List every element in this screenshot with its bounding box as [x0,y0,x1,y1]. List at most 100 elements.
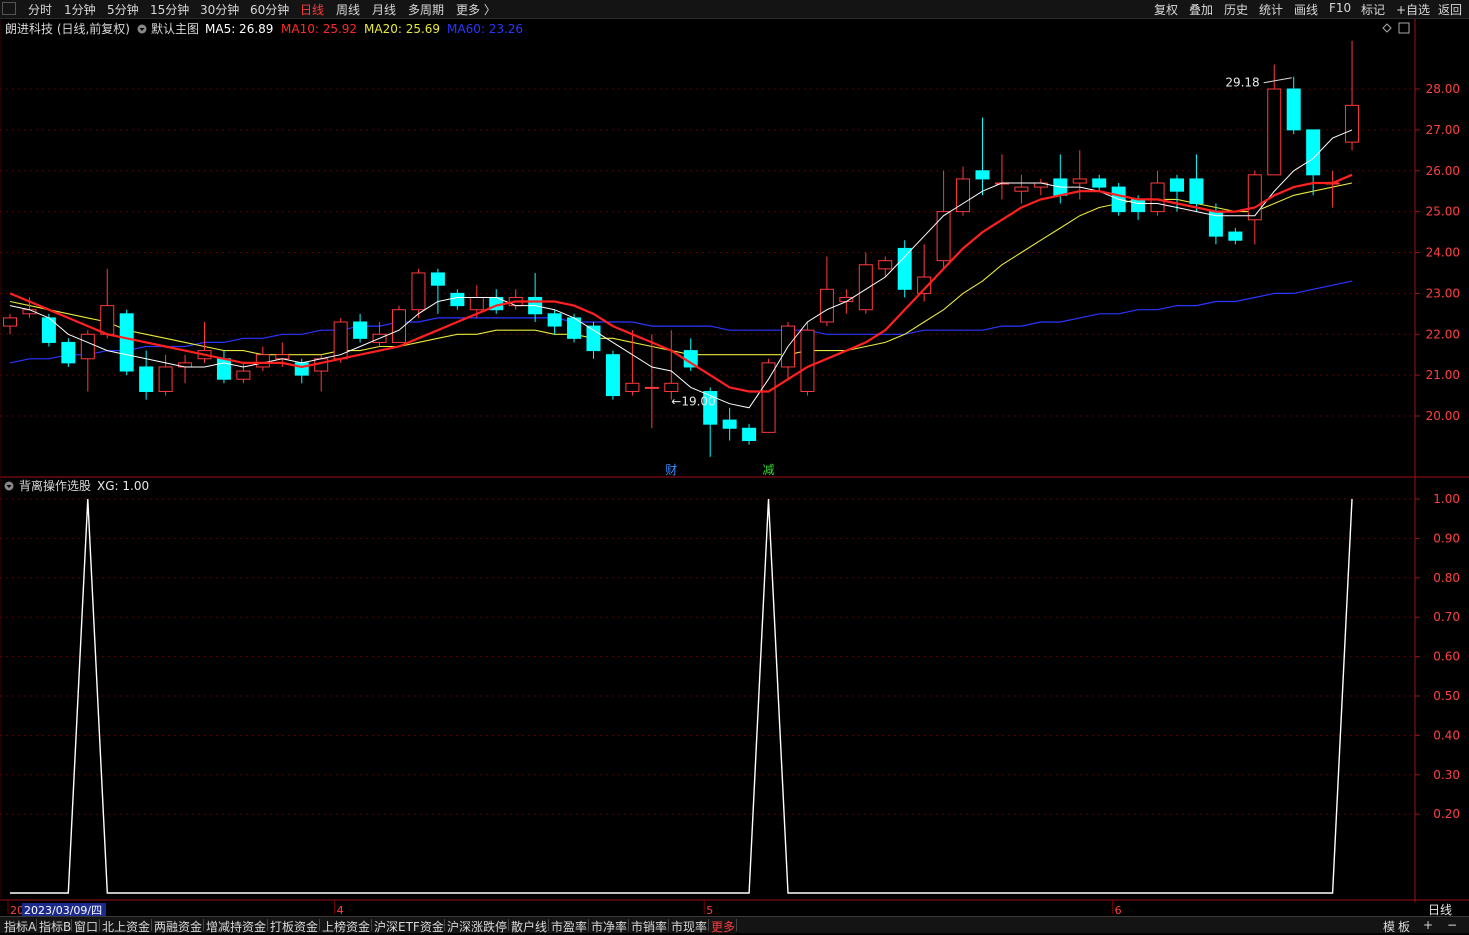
bottom-right-button-2[interactable]: + [1423,918,1433,932]
toolbar-right-0[interactable]: 复权 [1154,1,1178,18]
candle [800,321,815,396]
tab-separator [99,919,100,931]
tab-separator [548,919,549,931]
candle [1286,76,1301,134]
candle-body [275,354,290,360]
toolbar-tab-8[interactable]: 月线 [372,1,396,18]
toolbar-right-3[interactable]: 统计 [1259,1,1283,18]
y-tick-label: 20.00 [1426,409,1460,423]
bottom-tab-15[interactable]: 更多 [711,918,735,935]
toolbar-right-4[interactable]: 画线 [1294,1,1318,18]
candle-body [1131,198,1146,213]
candle-body [975,170,990,180]
candle-body [742,427,757,442]
bottom-tab-14[interactable]: 市现率 [671,918,707,935]
toolbar-right-2[interactable]: 历史 [1224,1,1248,18]
candle [975,117,990,196]
y-tick-label: 0.20 [1433,807,1460,821]
bottom-tab-5[interactable]: 增减持资金 [206,918,266,935]
bottom-tab-0[interactable]: 指标A [4,918,36,935]
candle [41,313,56,347]
toolbar-right-5[interactable]: F10 [1329,1,1351,15]
tab-separator [371,919,372,931]
candle [80,330,95,392]
bottom-tab-10[interactable]: 散户线 [511,918,547,935]
ma5-path [9,129,1353,409]
candle [664,330,679,400]
candle [722,407,737,441]
toolbar-right-8[interactable]: 返回 [1438,1,1462,18]
tab-separator [736,919,737,931]
diamond-icon[interactable] [1382,23,1392,33]
bottom-right-button-1[interactable]: 板 [1398,918,1410,935]
bottom-tab-13[interactable]: 市销率 [631,918,667,935]
candle-body [216,358,231,380]
toolbar-tab-9[interactable]: 多周期 [408,1,444,18]
bottom-tab-8[interactable]: 沪深ETF资金 [374,918,444,935]
toolbar-tab-3[interactable]: 15分钟 [150,1,189,18]
candle [450,289,465,310]
toolbar-tab-2[interactable]: 5分钟 [107,1,139,18]
candle-body [1092,178,1107,188]
toolbar-right-6[interactable]: 标记 [1361,1,1385,18]
candle-body [936,211,951,262]
candle-body [294,362,309,376]
bottom-tab-3[interactable]: 北上资金 [102,918,150,935]
month-label: 4 [337,904,344,916]
bottom-tab-2[interactable]: 窗口 [74,918,98,935]
event-marker: 减 [763,463,775,477]
candle-body [625,382,640,392]
low-label: ←19.00 [671,395,715,409]
candle-body [139,366,154,392]
toolbar-tab-4[interactable]: 30分钟 [200,1,239,18]
event-marker: 财 [665,463,677,477]
bottom-tab-7[interactable]: 上榜资金 [322,918,370,935]
candle-body [839,296,854,303]
bottom-tab-1[interactable]: 指标B [39,918,71,935]
candle [1033,178,1048,196]
annotations: 29.18 ←19.00 财 减 [665,76,1292,477]
candle [1150,170,1165,216]
y-tick-label: 27.00 [1426,123,1460,137]
candle-body [605,354,620,397]
toolbar-right-1[interactable]: 叠加 [1189,1,1213,18]
candle-body [547,313,562,327]
bottom-tab-4[interactable]: 两融资金 [154,918,202,935]
candle [3,313,17,335]
toolbar-tab-10[interactable]: 更多 〉 [456,1,496,18]
candle [761,358,776,433]
toolbar-tab-7[interactable]: 周线 [336,1,360,18]
maximize-icon[interactable] [1398,22,1410,34]
toolbar-tab-0[interactable]: 分时 [28,1,52,18]
bottom-right-button-0[interactable]: 模 [1383,918,1395,935]
candle [994,154,1009,200]
candle [158,354,173,396]
y-tick-label: 26.00 [1426,164,1460,178]
candle [489,289,504,314]
y-tick-label: 0.30 [1433,768,1460,782]
candle-body [819,288,834,323]
bottom-tab-6[interactable]: 打板资金 [270,918,318,935]
candle [353,313,368,343]
bottom-tab-12[interactable]: 市净率 [591,918,627,935]
toolbar-tab-5[interactable]: 60分钟 [250,1,289,18]
bottom-tab-11[interactable]: 市盈率 [551,918,587,935]
candle [100,268,115,339]
candle-body [761,362,776,433]
y-tick-label: 0.70 [1433,610,1460,624]
candle [878,256,893,278]
sub-grid: 1.00 0.90 0.80 0.70 0.60 0.50 0.40 0.30 0.20 [0,492,1460,821]
bottom-right-button-3[interactable]: − [1447,918,1457,932]
toolbar-tab-1[interactable]: 1分钟 [64,1,96,18]
tab-separator [319,919,320,931]
window-menu-icon[interactable] [2,2,16,15]
bottom-tab-9[interactable]: 沪深涨跌停 [447,918,507,935]
y-tick-label: 0.90 [1433,531,1460,545]
y-tick-label: 22.00 [1426,327,1460,341]
candle-body [236,370,251,380]
y-tick-label: 23.00 [1426,286,1460,300]
month-label: 5 [706,904,713,916]
toolbar-right-7[interactable]: +自选 [1396,1,1430,18]
toolbar-tab-6[interactable]: 日线 [300,1,324,18]
y-tick-label: 0.60 [1433,650,1460,664]
